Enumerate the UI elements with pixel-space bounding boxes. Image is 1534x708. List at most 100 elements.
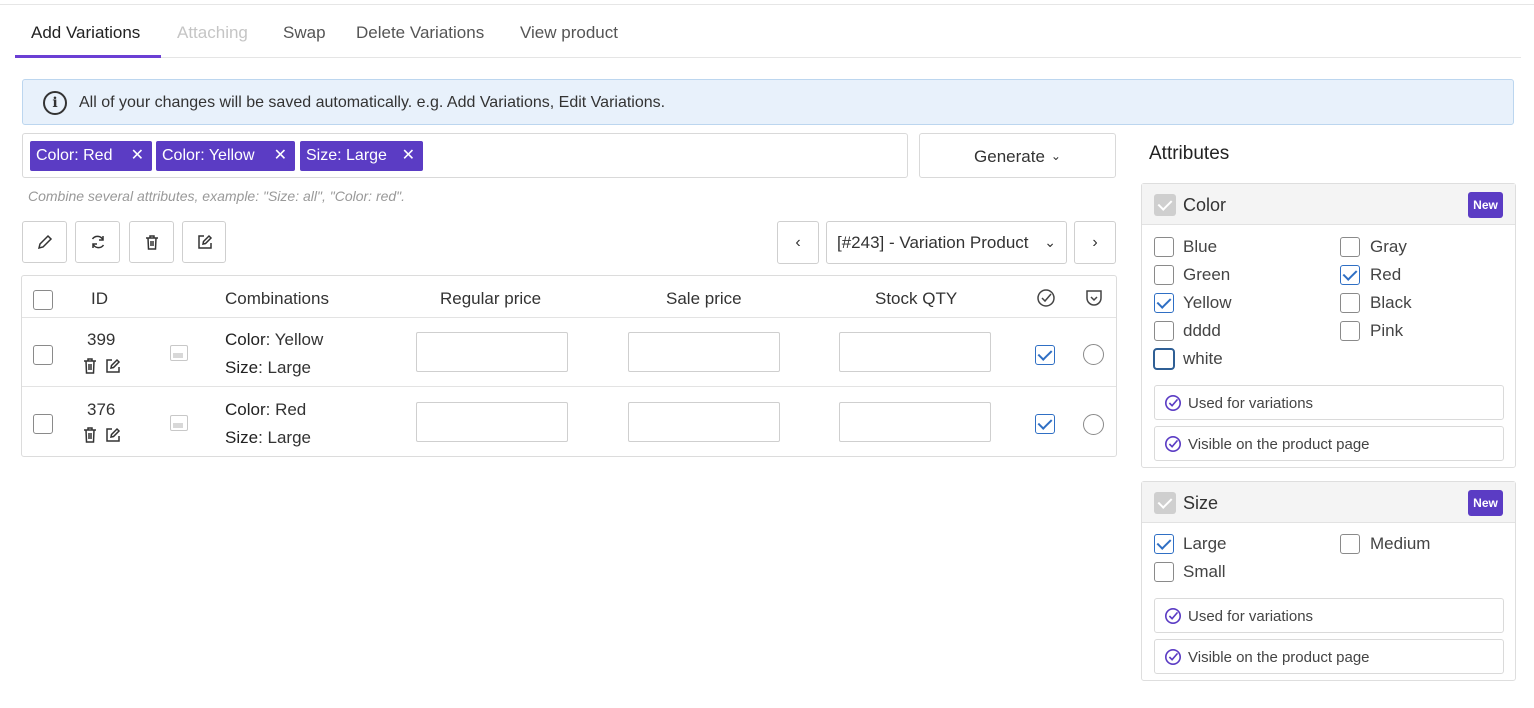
row-checkbox[interactable] [33, 345, 53, 365]
option-label: Black [1370, 293, 1412, 312]
stock-qty-input[interactable] [839, 332, 991, 372]
edit-pencil-icon [37, 234, 53, 250]
trash-icon[interactable] [81, 426, 99, 444]
used-for-variations-toggle[interactable]: Used for variations [1154, 598, 1504, 633]
option-checkbox-gray[interactable] [1340, 237, 1360, 257]
attribute-group-color: Color New Blue Gray Green Red Yellow Bla… [1141, 183, 1516, 468]
remove-tag-icon[interactable]: ✕ [274, 141, 287, 171]
option-checkbox-dddd[interactable] [1154, 321, 1174, 341]
option-checkbox-black[interactable] [1340, 293, 1360, 313]
row-divider [22, 386, 1116, 387]
attribute-name: Size [225, 428, 259, 447]
check-circle-icon [1164, 648, 1182, 666]
option-label: Pink [1370, 321, 1404, 340]
flag-label: Visible on the product page [1188, 436, 1370, 453]
bulk-edit-square-button[interactable] [182, 221, 226, 263]
tag-label: Color: Red [36, 147, 113, 164]
option-checkbox-large[interactable] [1154, 534, 1174, 554]
attribute-value: : Red [265, 400, 307, 419]
tab-add-variations[interactable]: Add Variations [31, 23, 140, 43]
variation-id: 399 [87, 330, 116, 349]
edit-square-icon [198, 234, 213, 249]
option-label: Small [1183, 562, 1226, 581]
bulk-edit-button[interactable] [22, 221, 67, 263]
option-checkbox-small[interactable] [1154, 562, 1174, 582]
option-checkbox-yellow[interactable] [1154, 293, 1174, 313]
tag-label: Color: Yellow [162, 147, 255, 164]
generate-button[interactable]: Generate ⌄ [919, 133, 1116, 178]
option-checkbox-green[interactable] [1154, 265, 1174, 285]
check-circle-icon [1164, 394, 1182, 412]
active-tab-indicator [15, 55, 161, 58]
bulk-delete-button[interactable] [129, 221, 174, 263]
option-checkbox-white[interactable] [1153, 348, 1175, 370]
remove-tag-icon[interactable]: ✕ [131, 141, 144, 171]
notice-text: All of your changes will be saved automa… [79, 94, 666, 111]
attribute-value: : Yellow [265, 330, 324, 349]
option-checkbox-blue[interactable] [1154, 237, 1174, 257]
attribute-value: : Large [258, 358, 312, 377]
option-checkbox-pink[interactable] [1340, 321, 1360, 341]
remove-tag-icon[interactable]: ✕ [402, 141, 415, 171]
tag-label: Size: Large [306, 147, 387, 164]
group-select-checkbox[interactable] [1154, 194, 1176, 216]
next-product-button[interactable]: › [1074, 221, 1116, 264]
attribute-name: Color [225, 400, 266, 419]
option-label: Blue [1183, 237, 1218, 256]
tag-color-yellow: Color: Yellow ✕ [156, 141, 295, 171]
default-radio[interactable] [1083, 344, 1104, 365]
image-placeholder-icon[interactable] [170, 345, 188, 361]
header-stock-qty: Stock QTY [875, 289, 958, 308]
select-all-checkbox[interactable] [33, 290, 53, 310]
header-id: ID [91, 289, 108, 308]
chevron-down-icon: ⌄ [1044, 234, 1056, 250]
new-badge[interactable]: New [1468, 192, 1503, 218]
visible-on-product-page-toggle[interactable]: Visible on the product page [1154, 426, 1504, 461]
enabled-checkbox[interactable] [1035, 414, 1055, 434]
variation-id: 376 [87, 400, 116, 419]
option-label: Green [1183, 265, 1231, 284]
visible-on-product-page-toggle[interactable]: Visible on the product page [1154, 639, 1504, 674]
tag-size-large: Size: Large ✕ [300, 141, 423, 171]
option-checkbox-medium[interactable] [1340, 534, 1360, 554]
attribute-group-header: Color New [1142, 184, 1515, 225]
header-sale-price: Sale price [666, 289, 742, 308]
chevron-down-icon: ⌄ [1050, 149, 1061, 163]
edit-square-icon[interactable] [104, 426, 122, 444]
default-radio[interactable] [1083, 414, 1104, 435]
used-for-variations-toggle[interactable]: Used for variations [1154, 385, 1504, 420]
regular-price-input[interactable] [416, 332, 568, 372]
enabled-checkbox[interactable] [1035, 345, 1055, 365]
refresh-button[interactable] [75, 221, 120, 263]
header-regular-price: Regular price [440, 289, 542, 308]
trash-icon[interactable] [81, 357, 99, 375]
product-select[interactable]: [#243] - Variation Product ⌄ [826, 221, 1067, 264]
header-combinations: Combinations [225, 289, 329, 308]
tab-delete-variations[interactable]: Delete Variations [356, 23, 484, 43]
tab-swap[interactable]: Swap [283, 23, 326, 43]
attribute-name: Color [225, 330, 266, 349]
option-label: white [1183, 349, 1223, 368]
new-badge[interactable]: New [1468, 490, 1503, 516]
group-select-checkbox[interactable] [1154, 492, 1176, 514]
flag-label: Visible on the product page [1188, 649, 1370, 666]
option-label: Large [1183, 534, 1227, 553]
row-checkbox[interactable] [33, 414, 53, 434]
edit-square-icon[interactable] [104, 357, 122, 375]
refresh-icon [91, 235, 105, 249]
regular-price-input[interactable] [416, 402, 568, 442]
check-circle-icon [1164, 607, 1182, 625]
combination-line: Size: Large [225, 358, 311, 378]
image-placeholder-icon[interactable] [170, 415, 188, 431]
tab-attaching[interactable]: Attaching [177, 23, 248, 43]
prev-product-button[interactable]: ‹ [777, 221, 819, 264]
attribute-tags-input[interactable]: Color: Red ✕ Color: Yellow ✕ Size: Large… [22, 133, 908, 178]
attribute-name: Size [225, 358, 259, 377]
flag-label: Used for variations [1188, 395, 1314, 412]
stock-qty-input[interactable] [839, 402, 991, 442]
tag-color-red: Color: Red ✕ [30, 141, 152, 171]
option-checkbox-red[interactable] [1340, 265, 1360, 285]
sale-price-input[interactable] [628, 332, 780, 372]
tab-view-product[interactable]: View product [520, 23, 618, 43]
sale-price-input[interactable] [628, 402, 780, 442]
